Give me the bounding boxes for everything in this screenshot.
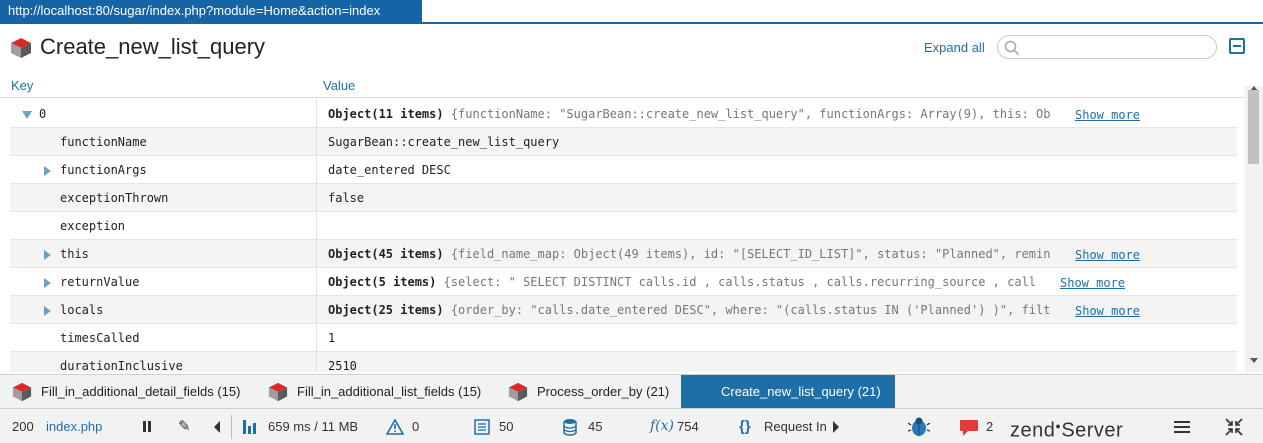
menu-icon[interactable] (1174, 420, 1190, 434)
table-row[interactable]: 0 Object(11 items) {functionName: "Sugar… (10, 100, 1237, 128)
bar-chart-icon[interactable] (243, 420, 259, 434)
functions-count[interactable]: 754 (677, 409, 699, 443)
row-value: false (328, 191, 365, 205)
row-value: Object(25 items) {order_by: "calls.date_… (328, 303, 1051, 317)
table-row[interactable]: locals Object(25 items) {order_by: "call… (10, 296, 1237, 324)
row-key: timesCalled (60, 331, 140, 345)
braces-icon[interactable]: {} (739, 409, 751, 443)
cube-icon (268, 382, 288, 402)
expand-arrow-icon[interactable] (22, 111, 32, 119)
tab-process-order-by[interactable]: Process_order_by (21) (496, 375, 681, 409)
table-row[interactable]: returnValue Object(5 items) {select: " S… (10, 268, 1237, 296)
zend-server-logo: zend●Server (1010, 419, 1124, 442)
tab-label: Fill_in_additional_list_fields (15) (297, 384, 482, 399)
row-key: 0 (39, 107, 47, 121)
notification-bubble-icon[interactable] (959, 419, 979, 437)
function-tabs: Fill_in_additional_detail_fields (15) Fi… (0, 374, 1263, 409)
timing-memory[interactable]: 659 ms / 11 MB (268, 409, 358, 443)
row-value: Object(5 items) {select: " SELECT DISTIN… (328, 275, 1037, 289)
row-value: 1 (328, 331, 336, 345)
function-icon[interactable]: f(x) (650, 409, 674, 443)
toolbar-right-arrow-icon[interactable] (833, 421, 839, 433)
cube-icon (11, 38, 31, 58)
show-more-link[interactable]: Show more (1075, 108, 1140, 122)
show-more-link[interactable]: Show more (1075, 248, 1140, 262)
expand-arrow-icon[interactable] (44, 278, 51, 288)
pause-icon[interactable] (142, 420, 152, 433)
row-value: SugarBean::create_new_list_query (328, 135, 560, 149)
scroll-down-icon[interactable] (1250, 358, 1258, 363)
table-row[interactable]: durationInclusive 2510 (10, 352, 1237, 372)
cube-icon (12, 382, 32, 402)
tab-fill-additional-detail-fields[interactable]: Fill_in_additional_detail_fields (15) (0, 375, 258, 409)
status-code: 200 (12, 419, 34, 434)
column-headers: Key Value (0, 74, 1263, 98)
column-header-value: Value (323, 78, 356, 93)
warning-icon[interactable] (386, 419, 404, 435)
tab-label: Process_order_by (21) (537, 384, 670, 399)
table-row[interactable]: functionArgs date_entered DESC (10, 156, 1237, 184)
row-key: exception (60, 219, 126, 233)
tab-label: Fill_in_additional_detail_fields (15) (41, 384, 241, 399)
page-name[interactable]: index.php (46, 409, 102, 443)
row-key: this (60, 247, 89, 261)
row-value: date_entered DESC (328, 163, 451, 177)
row-value: Object(45 items) {field_name_map: Object… (328, 247, 1051, 261)
show-more-link[interactable]: Show more (1060, 276, 1125, 290)
zend-toolbar: 200 index.php ✎ 659 ms / 11 MB 0 50 45 f… (0, 408, 1263, 443)
data-tree-table: 0 Object(11 items) {functionName: "Sugar… (0, 100, 1245, 372)
page-title: Create_new_list_query (40, 34, 266, 59)
row-key: returnValue (60, 275, 140, 289)
table-row[interactable]: this Object(45 items) {field_name_map: O… (10, 240, 1237, 268)
log-list-icon[interactable] (474, 419, 490, 435)
search-input[interactable] (1024, 38, 1210, 56)
toolbar-left-arrow-icon[interactable] (214, 421, 220, 433)
row-value: 2510 (328, 359, 357, 372)
vertical-scrollbar[interactable] (1245, 86, 1263, 372)
tab-fill-additional-list-fields[interactable]: Fill_in_additional_list_fields (15) (256, 375, 500, 409)
row-key: functionArgs (60, 163, 147, 177)
expand-arrow-icon[interactable] (44, 306, 51, 316)
warnings-count[interactable]: 0 (412, 409, 419, 443)
search-icon (1004, 40, 1020, 56)
panel-header: Create_new_list_query Expand all (0, 24, 1263, 74)
log-count[interactable]: 50 (499, 409, 513, 443)
table-row[interactable]: functionName SugarBean::create_new_list_… (10, 128, 1237, 156)
column-header-key: Key (11, 78, 34, 93)
paperclip-icon[interactable]: ✎ (178, 409, 191, 443)
row-key: functionName (60, 135, 147, 149)
show-more-link[interactable]: Show more (1075, 304, 1140, 318)
scrollbar-thumb[interactable] (1248, 90, 1259, 164)
expand-all-link[interactable]: Expand all (924, 40, 985, 55)
table-row[interactable]: exception (10, 212, 1237, 240)
minimize-arrows-icon[interactable] (1225, 418, 1243, 436)
search-box[interactable] (997, 35, 1217, 59)
notifications-count[interactable]: 2 (986, 409, 993, 443)
table-row[interactable]: timesCalled 1 (10, 324, 1237, 352)
bug-icon[interactable] (908, 417, 930, 437)
request-info[interactable]: Request In (764, 409, 826, 443)
expand-arrow-icon[interactable] (44, 250, 51, 260)
row-key: durationInclusive (60, 359, 183, 372)
row-value: Object(11 items) {functionName: "SugarBe… (328, 107, 1051, 121)
url-bar: http://localhost:80/sugar/index.php?modu… (0, 0, 422, 22)
expand-arrow-icon[interactable] (44, 166, 51, 176)
table-row[interactable]: exceptionThrown false (10, 184, 1237, 212)
row-key: locals (60, 303, 104, 317)
row-key: exceptionThrown (60, 191, 169, 205)
tab-create-new-list-query[interactable]: Create_new_list_query (21) (681, 375, 895, 409)
collapse-panel-button[interactable] (1229, 38, 1245, 54)
database-icon[interactable] (563, 418, 577, 436)
cube-icon (508, 382, 528, 402)
queries-count[interactable]: 45 (588, 409, 602, 443)
tab-label: Create_new_list_query (21) (721, 384, 881, 399)
